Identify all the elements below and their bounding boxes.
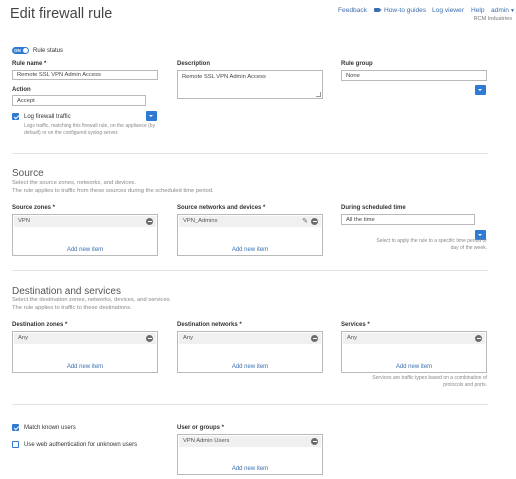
feedback-link[interactable]: Feedback — [338, 7, 367, 14]
add-source-zone-link[interactable]: Add new item — [13, 247, 157, 253]
divider — [12, 153, 488, 154]
add-destination-network-link[interactable]: Add new item — [178, 364, 322, 370]
action-select[interactable]: Accept — [12, 95, 146, 106]
destination-networks-list[interactable]: Any Add new item — [177, 331, 323, 373]
destination-section-title: Destination and services — [12, 286, 121, 297]
services-help-2: protocols and ports. — [443, 382, 487, 388]
add-destination-zone-link[interactable]: Add new item — [13, 364, 157, 370]
list-item-highlight — [14, 216, 156, 227]
pencil-icon[interactable]: ✎ — [302, 218, 308, 225]
remove-item-icon[interactable] — [146, 335, 153, 342]
list-item-highlight — [179, 333, 321, 344]
source-section-desc-2: The rule applies to traffic from these s… — [12, 188, 214, 194]
match-known-users-label: Match known users — [24, 425, 76, 431]
list-item-highlight — [343, 333, 485, 344]
help-link[interactable]: Help — [471, 7, 485, 14]
remove-item-icon[interactable] — [311, 438, 318, 445]
rule-group-label: Rule group — [341, 61, 373, 67]
source-networks-list[interactable]: VPN_Admins ✎ Add new item — [177, 214, 323, 256]
log-traffic-checkbox[interactable] — [12, 113, 19, 120]
service-item[interactable]: Any — [347, 335, 357, 341]
resize-handle-icon[interactable] — [316, 92, 321, 97]
add-user-group-link[interactable]: Add new item — [178, 466, 322, 472]
source-zones-label: Source zones * — [12, 205, 56, 211]
toggle-knob — [23, 48, 28, 53]
rule-status-toggle[interactable]: ON — [12, 47, 29, 54]
rule-group-dropdown-button[interactable] — [475, 85, 486, 95]
schedule-help-1: Select to apply the rule to a specific t… — [376, 238, 487, 244]
user-group-item[interactable]: VPN Admin Users — [183, 438, 229, 444]
source-zones-list[interactable]: VPN Add new item — [12, 214, 158, 256]
organization-name: RCM Industries — [473, 16, 512, 22]
destination-section-desc-2: The rule applies to traffic to these des… — [12, 305, 132, 311]
schedule-label: During scheduled time — [341, 205, 406, 211]
description-textarea[interactable]: Remote SSL VPN Admin Access — [177, 70, 323, 99]
log-traffic-label: Log firewall traffic — [24, 114, 71, 120]
schedule-select[interactable]: All the time — [341, 214, 475, 225]
rule-status-label: Rule status — [33, 47, 64, 54]
web-auth-checkbox[interactable] — [12, 441, 19, 448]
services-label: Services * — [341, 322, 370, 328]
destination-zones-label: Destination zones * — [12, 322, 68, 328]
destination-networks-label: Destination networks * — [177, 322, 242, 328]
action-dropdown-button[interactable] — [146, 111, 157, 121]
web-auth-label: Use web authentication for unknown users — [24, 442, 138, 448]
add-source-network-link[interactable]: Add new item — [178, 247, 322, 253]
destination-zones-list[interactable]: Any Add new item — [12, 331, 158, 373]
page-title: Edit firewall rule — [10, 6, 113, 22]
destination-network-item[interactable]: Any — [183, 335, 193, 341]
log-traffic-help-2: default) or on the configured syslog ser… — [24, 130, 119, 136]
description-value: Remote SSL VPN Admin Access — [182, 74, 266, 80]
services-list[interactable]: Any Add new item — [341, 331, 487, 373]
source-networks-label: Source networks and devices * — [177, 205, 266, 211]
chevron-down-icon: ▼ — [509, 8, 515, 14]
remove-item-icon[interactable] — [311, 218, 318, 225]
remove-item-icon[interactable] — [311, 335, 318, 342]
source-section-desc-1: Select the source zones, networks, and d… — [12, 180, 137, 186]
video-camera-icon — [374, 8, 382, 13]
source-network-item[interactable]: VPN_Admins — [183, 218, 217, 224]
rule-name-input[interactable]: Remote SSL VPN Admin Access — [12, 70, 158, 80]
admin-user-menu[interactable]: admin▼ — [491, 7, 515, 14]
add-service-link[interactable]: Add new item — [342, 364, 486, 370]
howto-guides-label: How-to guides — [384, 7, 427, 14]
destination-section-desc-1: Select the destination zones, networks, … — [12, 297, 172, 303]
schedule-help-2: day of the week. — [450, 245, 487, 251]
divider — [12, 404, 488, 405]
services-help-1: Services are traffic types based on a co… — [372, 375, 487, 381]
divider — [12, 270, 488, 271]
description-label: Description — [177, 61, 211, 67]
list-item-highlight — [14, 333, 156, 344]
admin-user-label: admin — [491, 7, 509, 14]
source-zone-item[interactable]: VPN — [18, 218, 30, 224]
user-groups-label: User or groups * — [177, 425, 225, 431]
remove-item-icon[interactable] — [146, 218, 153, 225]
user-groups-list[interactable]: VPN Admin Users Add new item — [177, 434, 323, 475]
action-label: Action — [12, 87, 31, 93]
howto-guides-link[interactable]: How-to guides — [374, 7, 426, 14]
match-known-users-checkbox[interactable] — [12, 424, 19, 431]
remove-item-icon[interactable] — [475, 335, 482, 342]
toggle-on-text: ON — [14, 47, 21, 53]
rule-group-select[interactable]: None — [341, 70, 487, 81]
log-viewer-link[interactable]: Log viewer — [432, 7, 464, 14]
log-traffic-help-1: Logs traffic, matching this firewall rul… — [24, 123, 156, 129]
destination-zone-item[interactable]: Any — [18, 335, 28, 341]
rule-name-label: Rule name * — [12, 61, 47, 67]
source-section-title: Source — [12, 168, 44, 179]
